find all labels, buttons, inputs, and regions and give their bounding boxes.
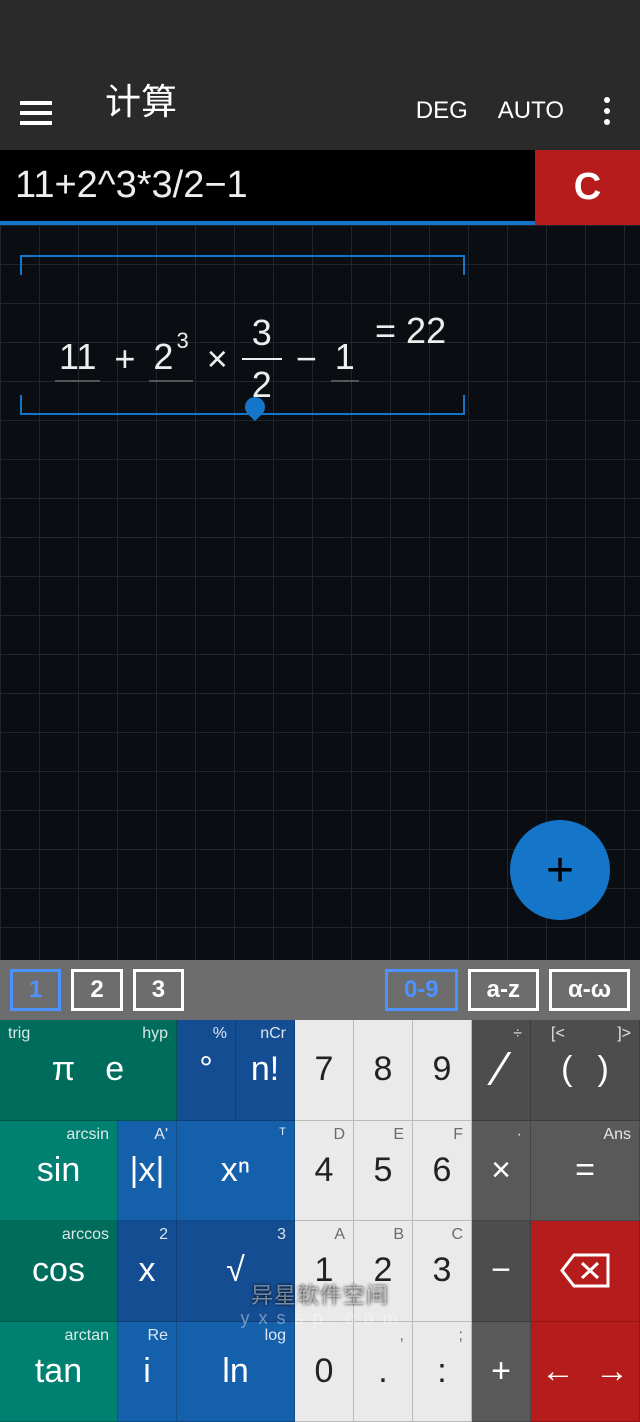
key-degree[interactable]: %° [177,1020,236,1121]
fraction: 3 2 [242,312,282,406]
key-5[interactable]: E5 [354,1121,413,1222]
key-0[interactable]: 0 [295,1322,354,1422]
expression-input[interactable]: 11+2^3*3/2−1 [0,150,535,225]
menu-icon[interactable] [20,101,60,125]
key-3[interactable]: C3 [413,1221,472,1322]
key-colon[interactable]: ;: [413,1322,472,1422]
times-sign: × [207,338,228,380]
add-fab[interactable]: + [510,820,610,920]
key-equals[interactable]: Ans= [531,1121,640,1222]
term: 23 [149,336,192,382]
tab-numeric[interactable]: 0-9 [385,969,458,1011]
key-parens[interactable]: [<]>( ) [531,1020,640,1121]
key-x[interactable]: 2x [118,1221,177,1322]
tab-page-2[interactable]: 2 [71,969,122,1011]
key-add[interactable]: + [472,1322,531,1422]
tab-page-1[interactable]: 1 [10,969,61,1011]
backspace-icon [560,1253,610,1288]
key-2[interactable]: B2 [354,1221,413,1322]
render-canvas[interactable]: 11 + 23 × 3 2 − 1 = 22 + [0,225,640,960]
key-7[interactable]: 7 [295,1020,354,1121]
tab-latin[interactable]: a-z [468,969,539,1011]
key-power[interactable]: ᵀxⁿ [177,1121,295,1222]
key-sqrt[interactable]: 3√ [177,1221,295,1322]
term: 11 [55,336,100,382]
auto-mode-button[interactable]: AUTO [498,97,564,125]
key-abs[interactable]: A'|x| [118,1121,177,1222]
app-header: 计算 DEG AUTO [0,0,640,150]
key-8[interactable]: 8 [354,1020,413,1121]
page-title: 计算 [105,73,177,125]
key-tan[interactable]: arctantan [0,1322,118,1422]
equation-result: = 22 [375,310,446,352]
key-6[interactable]: F6 [413,1121,472,1222]
minus-sign: − [296,338,317,380]
more-icon[interactable] [594,97,620,125]
key-1[interactable]: A1 [295,1221,354,1322]
key-cos[interactable]: arccoscos [0,1221,118,1322]
clear-button[interactable]: C [535,150,640,225]
plus-sign: + [114,338,135,380]
key-sin[interactable]: arcsinsin [0,1121,118,1222]
term: 1 [331,336,359,382]
key-dot[interactable]: ,. [354,1322,413,1422]
tab-page-3[interactable]: 3 [133,969,184,1011]
key-4[interactable]: D4 [295,1121,354,1222]
key-subtract[interactable]: − [472,1221,531,1322]
angle-mode-button[interactable]: DEG [416,97,468,125]
key-divide[interactable]: ÷∕ [472,1020,531,1121]
tab-greek[interactable]: α-ω [549,969,630,1011]
key-backspace[interactable] [531,1221,640,1322]
key-ln[interactable]: logln [177,1322,295,1422]
keypad: trighypπe %° nCrn! 7 8 9 ÷∕ [<]>( ) arcs… [0,1020,640,1422]
key-i[interactable]: Rei [118,1322,177,1422]
key-arrows[interactable]: ←→ [531,1322,640,1422]
input-row: 11+2^3*3/2−1 C [0,150,640,225]
key-factorial[interactable]: nCrn! [236,1020,295,1121]
keypad-tabs: 1 2 3 0-9 a-z α-ω [0,960,640,1020]
key-9[interactable]: 9 [413,1020,472,1121]
key-pi[interactable]: trighypπe [0,1020,177,1121]
key-multiply[interactable]: ·× [472,1121,531,1222]
